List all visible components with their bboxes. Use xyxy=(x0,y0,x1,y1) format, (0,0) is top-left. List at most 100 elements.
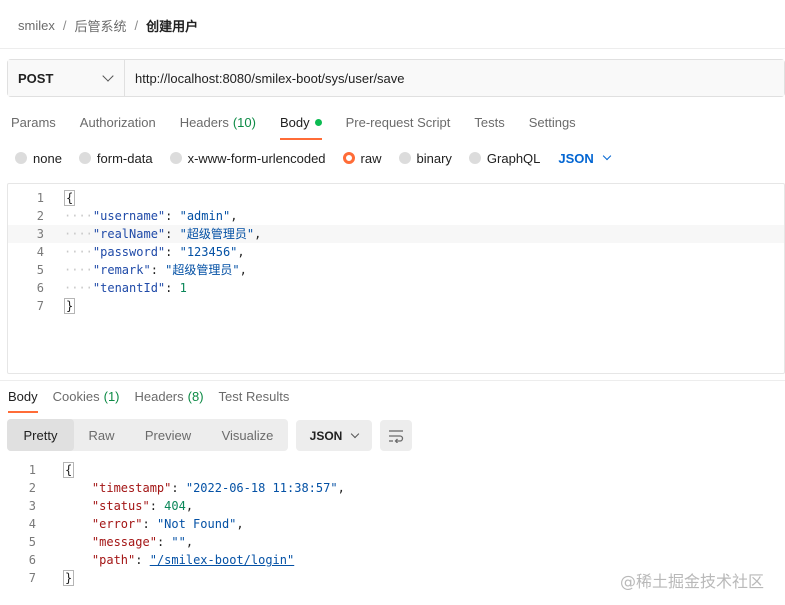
line-number: 3 xyxy=(28,499,36,513)
json-value: "123456" xyxy=(179,245,238,259)
body-language-dropdown[interactable]: JSON xyxy=(558,150,612,166)
radio-graphql-label: GraphQL xyxy=(486,150,541,166)
tab-prerequest-script[interactable]: Pre-request Script xyxy=(346,108,451,136)
open-brace: { xyxy=(64,190,76,206)
line-number: 1 xyxy=(36,191,44,205)
tab-params[interactable]: Params xyxy=(11,108,56,136)
json-key: "tenantId" xyxy=(92,281,166,295)
tab-cookies[interactable]: Cookies (1) xyxy=(53,385,120,407)
json-value: "" xyxy=(171,535,186,549)
code-line: 5 ····"remark": "超级管理员", xyxy=(8,261,784,279)
response-headers-count: (8) xyxy=(187,388,204,404)
tab-test-results-label: Test Results xyxy=(218,388,290,404)
tab-tests[interactable]: Tests xyxy=(474,108,504,136)
line-number: 5 xyxy=(28,535,36,549)
json-key: "username" xyxy=(92,209,166,223)
breadcrumb-workspace[interactable]: smilex xyxy=(18,18,55,33)
radio-raw-label: raw xyxy=(360,150,382,166)
json-key: "timestamp" xyxy=(91,481,172,495)
divider xyxy=(0,380,785,381)
code-line: 1 { xyxy=(0,461,785,479)
body-indicator-dot xyxy=(314,118,322,126)
tab-headers-label: Headers xyxy=(179,114,229,130)
request-bar: POST http://localhost:8080/smilex-boot/s… xyxy=(7,59,785,97)
response-language-dropdown[interactable]: JSON xyxy=(296,420,372,451)
wrap-lines-button[interactable] xyxy=(380,420,412,451)
breadcrumb-separator: / xyxy=(134,17,139,33)
json-value: 1 xyxy=(179,281,187,295)
headers-count: (10) xyxy=(232,114,256,130)
json-key: "realName" xyxy=(92,227,166,241)
method-dropdown[interactable]: POST xyxy=(8,60,125,96)
tab-prerequest-label: Pre-request Script xyxy=(345,114,451,130)
radio-none[interactable]: none xyxy=(15,151,62,166)
radio-urlencoded-label: x-www-form-urlencoded xyxy=(187,150,326,166)
line-number: 5 xyxy=(36,263,44,277)
tab-response-headers-label: Headers xyxy=(134,388,184,404)
radio-urlencoded[interactable]: x-www-form-urlencoded xyxy=(169,150,326,166)
tab-response-body-label: Body xyxy=(8,388,38,404)
radio-binary[interactable]: binary xyxy=(398,150,452,166)
view-preview-button[interactable]: Preview xyxy=(129,419,207,451)
radio-circle xyxy=(78,152,91,164)
tab-body[interactable]: Body xyxy=(279,108,322,140)
line-number: 2 xyxy=(36,209,44,223)
path-link[interactable]: "/smilex-boot/login" xyxy=(150,553,295,567)
request-name[interactable]: 创建用户 xyxy=(146,16,198,35)
breadcrumb-collection[interactable]: 后管系统 xyxy=(74,16,126,35)
tab-cookies-label: Cookies xyxy=(52,388,100,404)
code-line: 4 ····"password": "123456", xyxy=(8,243,784,261)
json-key: "error" xyxy=(91,517,143,531)
view-visualize-button[interactable]: Visualize xyxy=(207,419,288,451)
radio-binary-label: binary xyxy=(416,150,452,166)
radio-raw[interactable]: raw xyxy=(342,150,382,166)
radio-circle xyxy=(15,152,27,164)
tab-settings[interactable]: Settings xyxy=(529,108,576,136)
response-tabs: Body Cookies (1) Headers (8) Test Results xyxy=(0,385,296,413)
tab-params-label: Params xyxy=(11,114,56,130)
tab-headers[interactable]: Headers (10) xyxy=(180,108,256,136)
radio-circle xyxy=(169,152,182,164)
line-number: 7 xyxy=(36,299,44,313)
tab-response-body[interactable]: Body xyxy=(8,385,38,413)
tab-body-label: Body xyxy=(279,114,310,130)
json-value: "admin" xyxy=(179,209,231,223)
url-input[interactable]: http://localhost:8080/smilex-boot/sys/us… xyxy=(125,60,784,96)
close-brace: } xyxy=(63,570,75,586)
request-body-editor[interactable]: 1 { 2 ····"username": "admin", 3 ····"re… xyxy=(7,183,785,374)
line-number: 6 xyxy=(28,553,36,567)
response-language-label: JSON xyxy=(309,428,343,443)
open-brace: { xyxy=(63,462,75,478)
json-value: 404 xyxy=(164,499,186,513)
radio-circle-selected xyxy=(342,152,355,164)
chevron-down-icon xyxy=(602,151,612,161)
wrap-lines-icon xyxy=(389,429,404,443)
radio-form-data-label: form-data xyxy=(96,150,153,166)
radio-circle xyxy=(468,152,481,164)
radio-form-data[interactable]: form-data xyxy=(78,150,153,166)
tab-tests-label: Tests xyxy=(474,114,505,130)
tab-authorization[interactable]: Authorization xyxy=(80,108,156,136)
tab-response-headers[interactable]: Headers (8) xyxy=(135,385,204,407)
json-value: "超级管理员" xyxy=(165,263,240,277)
code-line: 3 "status": 404, xyxy=(0,497,785,515)
code-line: 6 "path": "/smilex-boot/login" xyxy=(0,551,785,569)
view-pretty-button[interactable]: Pretty xyxy=(7,419,74,451)
code-line: 3 ····"realName": "超级管理员", xyxy=(8,225,784,243)
radio-circle xyxy=(398,152,411,164)
view-raw-button[interactable]: Raw xyxy=(74,419,129,451)
line-number: 7 xyxy=(28,571,36,585)
line-number: 3 xyxy=(36,227,44,241)
radio-graphql[interactable]: GraphQL xyxy=(468,150,541,166)
code-line: 7 } xyxy=(8,297,784,315)
cookies-count: (1) xyxy=(103,388,120,404)
view-mode-group: Pretty Raw Preview Visualize xyxy=(7,419,288,451)
chevron-down-icon xyxy=(351,429,360,438)
tab-test-results[interactable]: Test Results xyxy=(219,385,290,407)
tab-authorization-label: Authorization xyxy=(79,114,156,130)
divider xyxy=(0,48,785,49)
watermark: @稀土掘金技术社区 xyxy=(620,572,765,591)
body-language-label: JSON xyxy=(558,150,594,166)
close-brace: } xyxy=(64,298,76,314)
code-line: 1 { xyxy=(8,189,784,207)
